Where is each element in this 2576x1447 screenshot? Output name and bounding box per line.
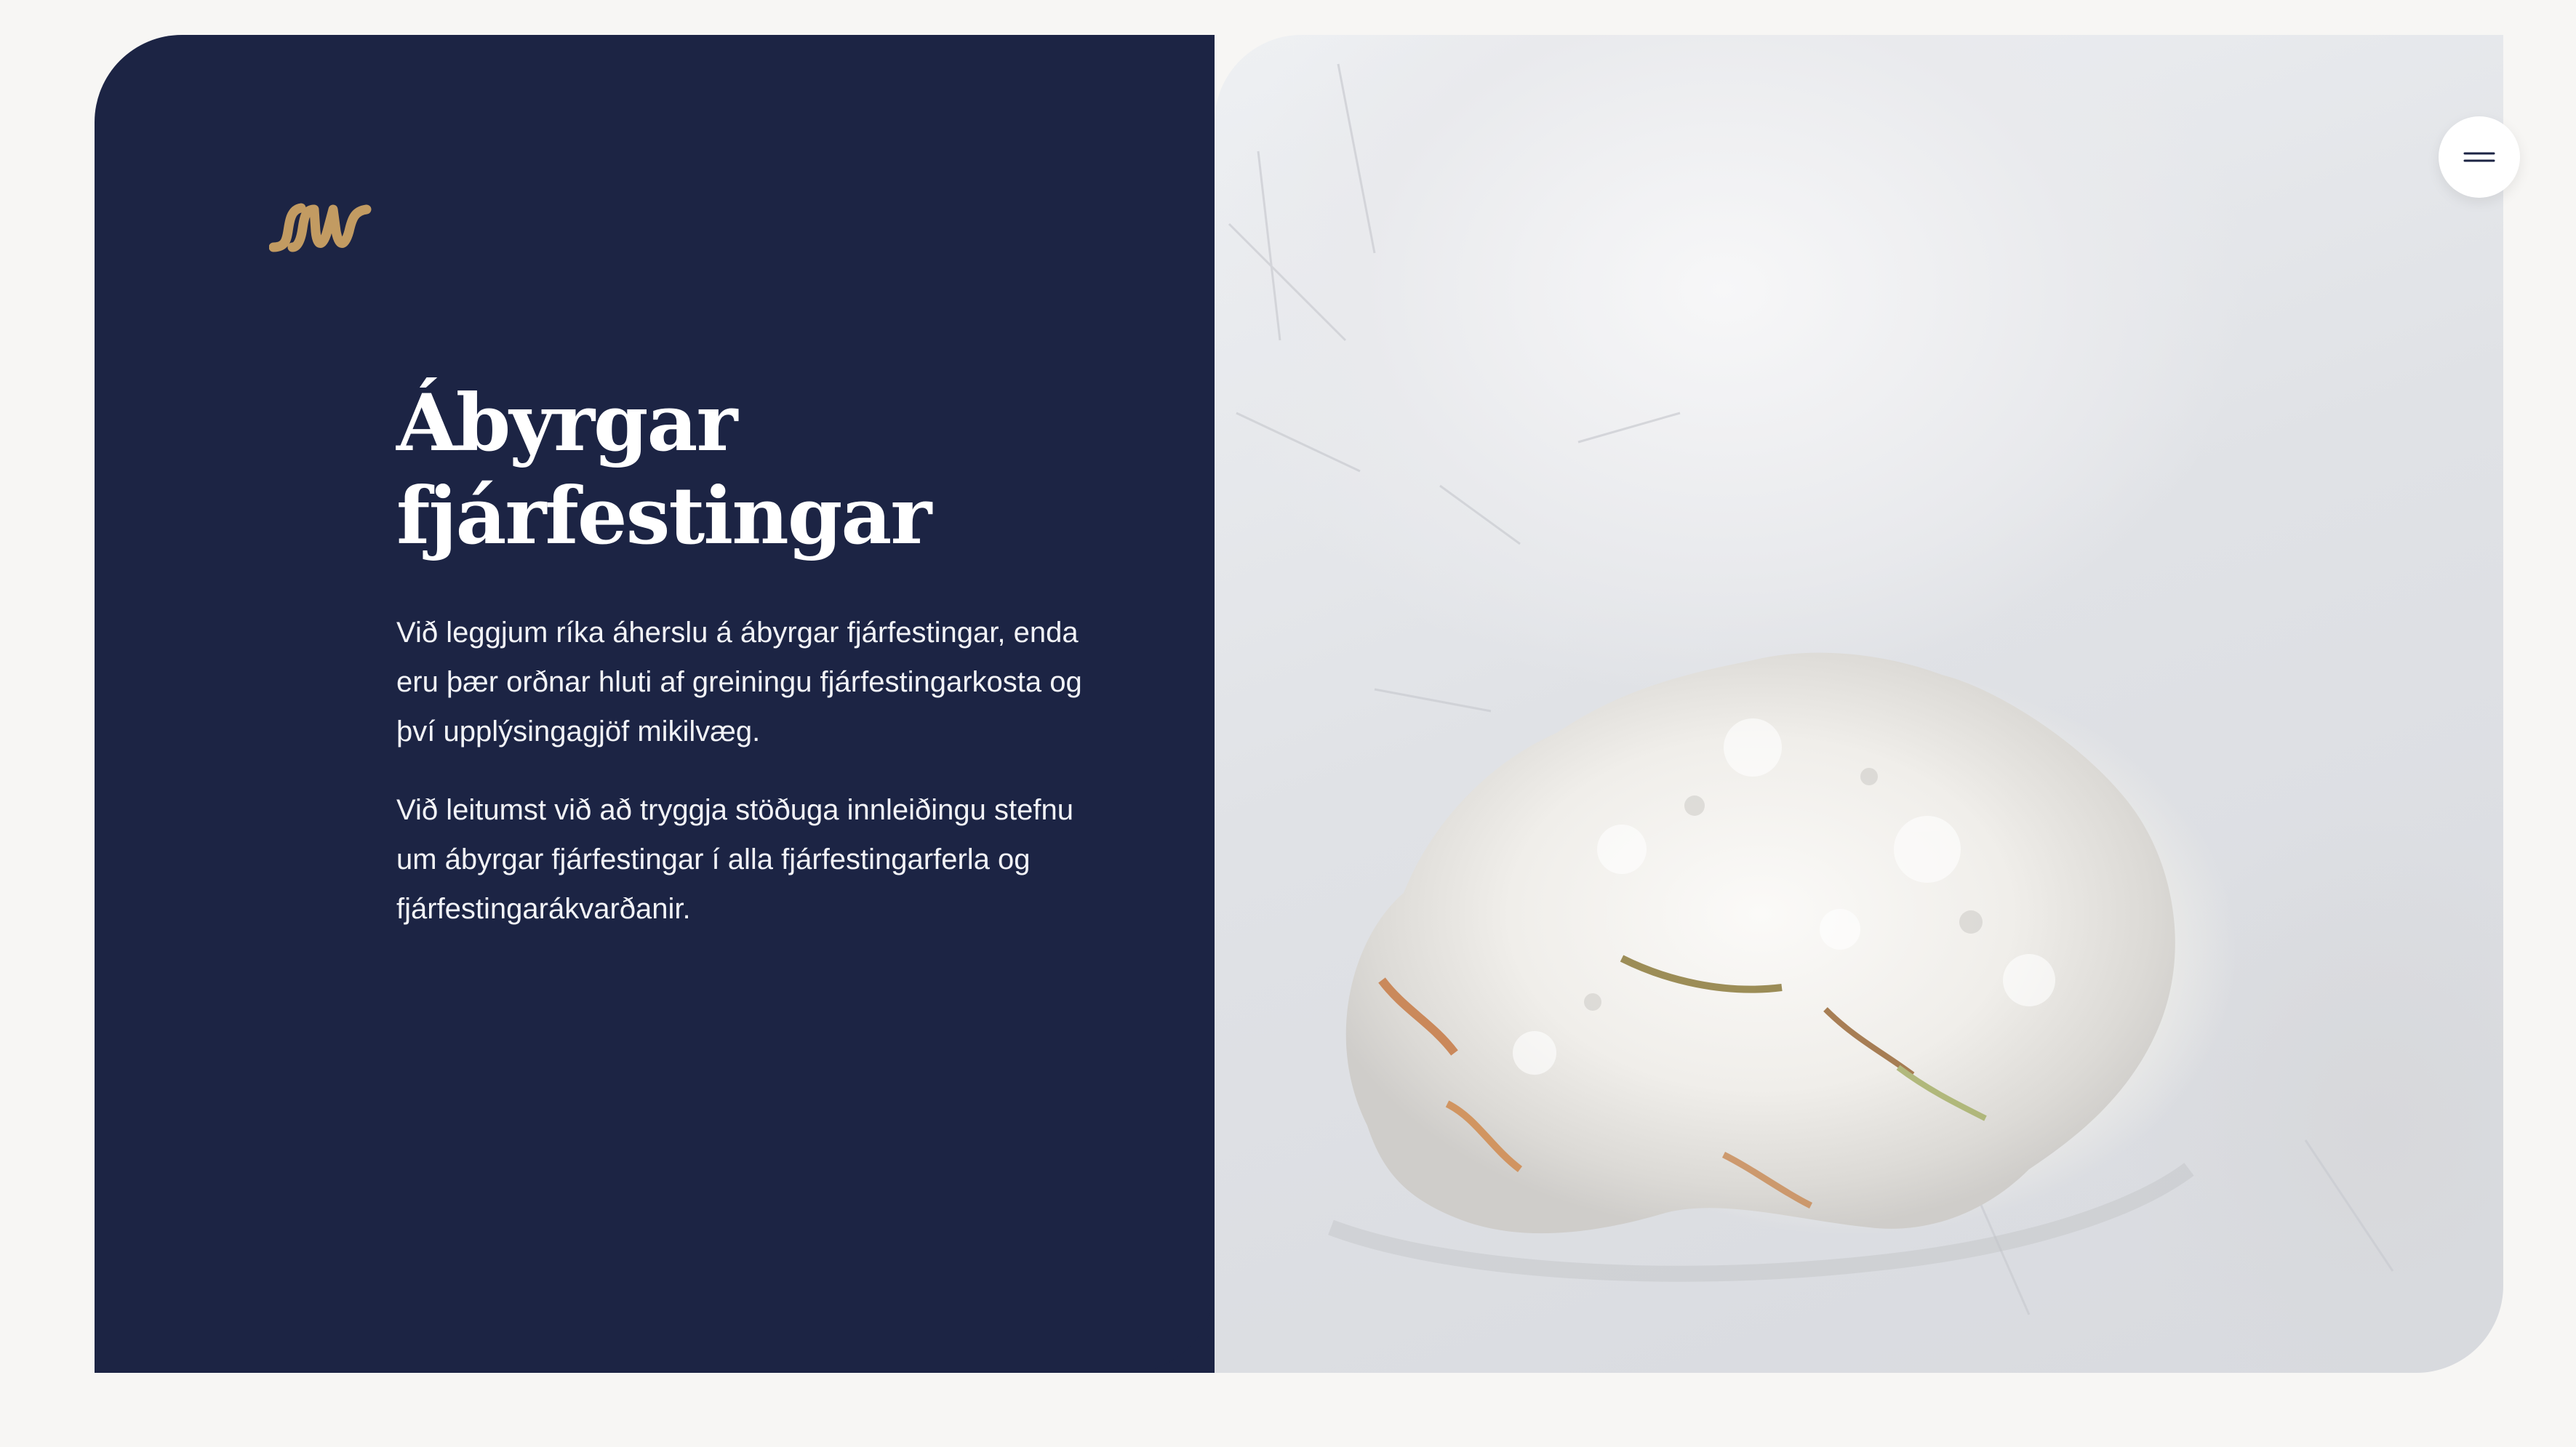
page-title: Ábyrgar fjárfestingar	[396, 377, 1124, 563]
title-line-2: fjárfestingar	[396, 470, 932, 562]
hero-section: Ábyrgar fjárfestingar Við leggjum ríka á…	[95, 35, 2520, 1373]
hero-text-panel: Ábyrgar fjárfestingar Við leggjum ríka á…	[95, 35, 1215, 1373]
hero-image	[1215, 35, 2503, 1373]
menu-button[interactable]	[2439, 116, 2520, 198]
hero-content: Ábyrgar fjárfestingar Við leggjum ríka á…	[396, 377, 1124, 963]
title-line-1: Ábyrgar	[396, 377, 737, 469]
wave-logo-icon[interactable]	[269, 202, 372, 253]
rock-photo	[1228, 63, 2394, 1315]
hamburger-menu-icon	[2463, 152, 2495, 162]
policy-paragraph: Við leitumst við að tryggja stöðuga innl…	[396, 794, 1073, 925]
intro-paragraph: Við leggjum ríka áherslu á ábyrgar fjárf…	[396, 617, 1082, 747]
